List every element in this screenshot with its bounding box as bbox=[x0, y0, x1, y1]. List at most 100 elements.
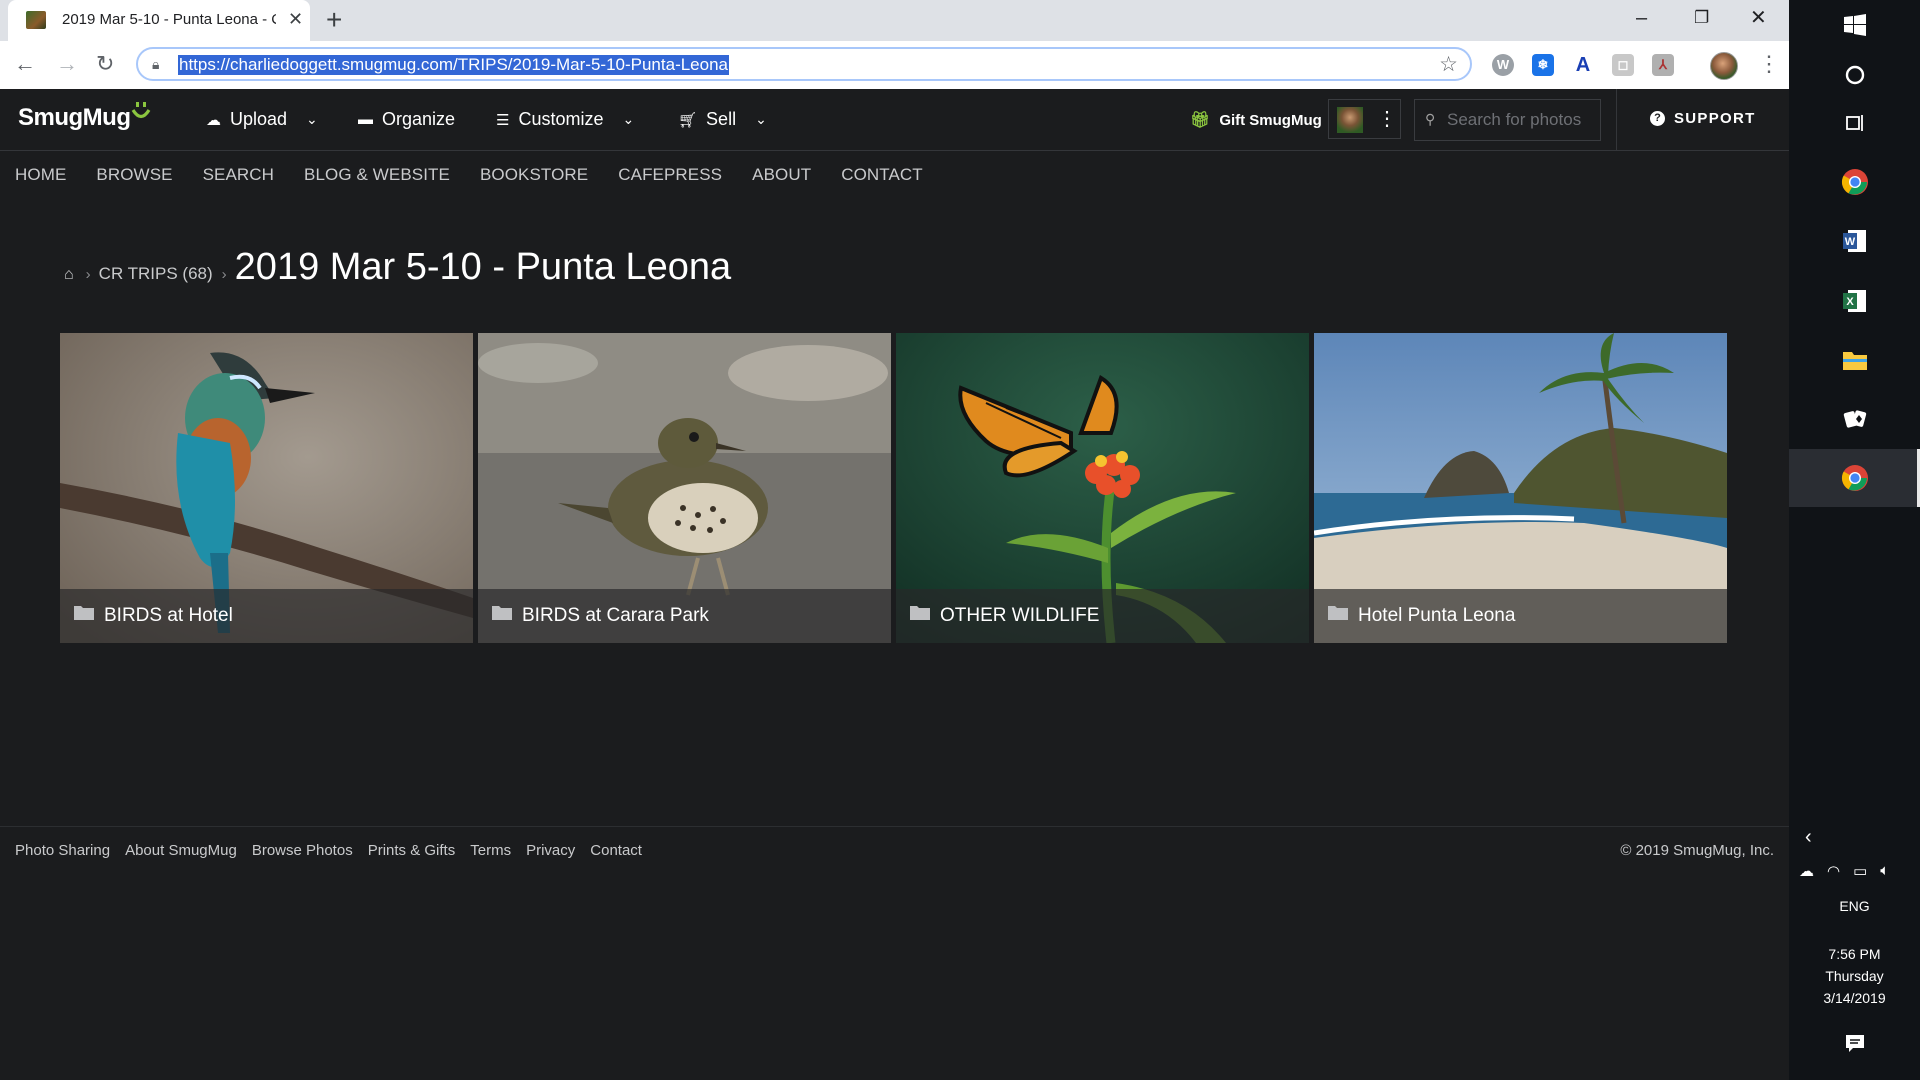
file-explorer-icon[interactable] bbox=[1842, 348, 1868, 372]
folder-tile-birds-hotel[interactable]: BIRDS at Hotel bbox=[60, 333, 473, 643]
url-text[interactable]: https://charliedoggett.smugmug.com/TRIPS… bbox=[178, 55, 729, 75]
chevron-right-icon: › bbox=[221, 266, 227, 283]
folder-icon bbox=[910, 606, 930, 620]
browser-tab[interactable]: 2019 Mar 5-10 - Punta Leona - C ✕ bbox=[8, 0, 310, 41]
lock-icon: 🔒︎ bbox=[152, 56, 160, 72]
extension-pdf-icon[interactable]: ⅄ bbox=[1652, 54, 1674, 76]
battery-icon[interactable]: ▭ bbox=[1853, 862, 1867, 880]
footer-link-photo-sharing[interactable]: Photo Sharing bbox=[15, 842, 110, 859]
onedrive-icon[interactable]: ☁ bbox=[1799, 862, 1814, 880]
chevron-down-icon: ⌄ bbox=[622, 111, 635, 127]
chrome-icon[interactable] bbox=[1841, 168, 1869, 196]
new-tab-icon[interactable]: + bbox=[326, 6, 342, 34]
task-view-icon[interactable] bbox=[1844, 112, 1866, 134]
folder-icon bbox=[492, 606, 512, 620]
customize-menu[interactable]: ☰ Customize ⌄ bbox=[496, 109, 634, 130]
nav-search[interactable]: SEARCH bbox=[203, 165, 274, 185]
nav-home[interactable]: HOME bbox=[15, 165, 66, 185]
footer-links: Photo Sharing About SmugMug Browse Photo… bbox=[15, 842, 642, 859]
excel-icon[interactable]: X bbox=[1842, 288, 1868, 314]
browser-toolbar: ← → ↻ 🔒︎ https://charliedoggett.smugmug.… bbox=[0, 41, 1789, 90]
address-bar[interactable]: 🔒︎ https://charliedoggett.smugmug.com/TR… bbox=[136, 47, 1472, 81]
clock-time[interactable]: 7:56 PM bbox=[1789, 946, 1920, 962]
footer-link-contact[interactable]: Contact bbox=[590, 842, 642, 859]
site-favicon-icon bbox=[26, 11, 46, 29]
folder-gallery: BIRDS at Hotel BIRDS at Carara Park OTHE… bbox=[60, 333, 1729, 643]
extension-cast-icon[interactable]: ◻ bbox=[1612, 54, 1634, 76]
nav-cafepress[interactable]: CAFEPRESS bbox=[618, 165, 722, 185]
tab-close-icon[interactable]: ✕ bbox=[288, 9, 303, 29]
windows-taskbar: W X ‹ ☁ ◠ ▭ 🔈︎ ENG 7:56 PM Thursday 3/14… bbox=[1789, 0, 1920, 1080]
tab-title: 2019 Mar 5-10 - Punta Leona - C bbox=[62, 11, 276, 28]
nav-bookstore[interactable]: BOOKSTORE bbox=[480, 165, 588, 185]
profile-avatar-icon[interactable] bbox=[1710, 52, 1738, 80]
tile-label: BIRDS at Hotel bbox=[104, 605, 233, 626]
tile-label: OTHER WILDLIFE bbox=[940, 605, 1100, 626]
windows-start-icon[interactable] bbox=[1843, 14, 1866, 36]
folder-tile-other-wildlife[interactable]: OTHER WILDLIFE bbox=[896, 333, 1309, 643]
restore-icon[interactable]: ❐ bbox=[1694, 6, 1709, 30]
nav-browse[interactable]: BROWSE bbox=[96, 165, 172, 185]
bookmark-star-icon[interactable]: ☆ bbox=[1439, 52, 1458, 77]
nav-blog-website[interactable]: BLOG & WEBSITE bbox=[304, 165, 450, 185]
cortana-search-icon[interactable] bbox=[1844, 64, 1866, 86]
sliders-icon: ☰ bbox=[496, 111, 510, 129]
gift-smugmug-button[interactable]: 🎁︎ Gift SmugMug bbox=[1190, 110, 1322, 130]
tile-caption: Hotel Punta Leona bbox=[1314, 589, 1727, 643]
clock-day[interactable]: Thursday bbox=[1789, 968, 1920, 984]
smugmug-logo[interactable]: SmugMug bbox=[18, 104, 131, 132]
breadcrumb-parent-link[interactable]: CR TRIPS (68) bbox=[99, 264, 213, 284]
upload-label: Upload bbox=[230, 109, 288, 129]
organize-button[interactable]: ▬ Organize bbox=[358, 109, 455, 130]
footer-link-about[interactable]: About SmugMug bbox=[125, 842, 237, 859]
account-menu[interactable]: ⋮ bbox=[1328, 99, 1401, 139]
minimize-icon[interactable]: – bbox=[1636, 6, 1647, 30]
smugmug-smile-icon bbox=[131, 102, 151, 119]
chrome-active-icon[interactable] bbox=[1841, 464, 1869, 492]
clock-date[interactable]: 3/14/2019 bbox=[1789, 990, 1920, 1006]
upload-menu[interactable]: ☁ Upload ⌄ bbox=[206, 109, 318, 130]
solitaire-icon[interactable] bbox=[1842, 406, 1868, 432]
footer-link-privacy[interactable]: Privacy bbox=[526, 842, 575, 859]
photo-search: ⚲ bbox=[1414, 99, 1601, 141]
word-icon[interactable]: W bbox=[1842, 228, 1868, 254]
support-button[interactable]: ? SUPPORT bbox=[1650, 110, 1756, 127]
gift-icon: 🎁︎ bbox=[1190, 112, 1211, 129]
sell-label: Sell bbox=[706, 109, 737, 129]
more-options-icon: ⋮ bbox=[1377, 108, 1397, 130]
action-center-icon[interactable] bbox=[1845, 1033, 1865, 1053]
volume-icon[interactable]: 🔈︎ bbox=[1880, 862, 1889, 880]
chrome-menu-icon[interactable]: ⋮ bbox=[1758, 51, 1780, 77]
page-title: 2019 Mar 5-10 - Punta Leona bbox=[234, 246, 732, 288]
footer-link-prints-gifts[interactable]: Prints & Gifts bbox=[368, 842, 456, 859]
tile-caption: BIRDS at Carara Park bbox=[478, 589, 891, 643]
wifi-icon[interactable]: ◠ bbox=[1827, 862, 1840, 880]
organize-label: Organize bbox=[382, 109, 456, 129]
support-label: SUPPORT bbox=[1674, 110, 1756, 127]
back-icon[interactable]: ← bbox=[14, 50, 36, 78]
nav-contact[interactable]: CONTACT bbox=[841, 165, 923, 185]
site-navigation: HOME BROWSE SEARCH BLOG & WEBSITE BOOKST… bbox=[15, 165, 923, 185]
folder-icon bbox=[74, 606, 94, 620]
language-indicator[interactable]: ENG bbox=[1789, 898, 1920, 914]
footer-link-browse[interactable]: Browse Photos bbox=[252, 842, 353, 859]
customize-label: Customize bbox=[518, 109, 604, 129]
folder-icon bbox=[1328, 606, 1348, 620]
home-icon[interactable]: ⌂ bbox=[64, 266, 74, 284]
show-hidden-icons-icon[interactable]: ‹ bbox=[1805, 826, 1812, 849]
footer-link-terms[interactable]: Terms bbox=[470, 842, 511, 859]
window-close-icon[interactable]: ✕ bbox=[1750, 6, 1767, 30]
extension-a-icon[interactable]: A bbox=[1572, 54, 1594, 76]
sell-menu[interactable]: 🛒︎ Sell ⌄ bbox=[678, 109, 767, 130]
folder-tile-birds-carara[interactable]: BIRDS at Carara Park bbox=[478, 333, 891, 643]
extension-w-icon[interactable]: W bbox=[1492, 54, 1514, 76]
forward-icon[interactable]: → bbox=[56, 50, 78, 78]
system-tray: ☁ ◠ ▭ 🔈︎ bbox=[1799, 862, 1889, 880]
help-icon: ? bbox=[1650, 111, 1665, 126]
folder-tile-hotel-punta-leona[interactable]: Hotel Punta Leona bbox=[1314, 333, 1727, 643]
reload-icon[interactable]: ↻ bbox=[96, 50, 114, 78]
nav-about[interactable]: ABOUT bbox=[752, 165, 811, 185]
tile-label: Hotel Punta Leona bbox=[1358, 605, 1516, 626]
extension-snowflake-icon[interactable]: ❄ bbox=[1532, 54, 1554, 76]
search-input[interactable] bbox=[1447, 108, 1595, 132]
